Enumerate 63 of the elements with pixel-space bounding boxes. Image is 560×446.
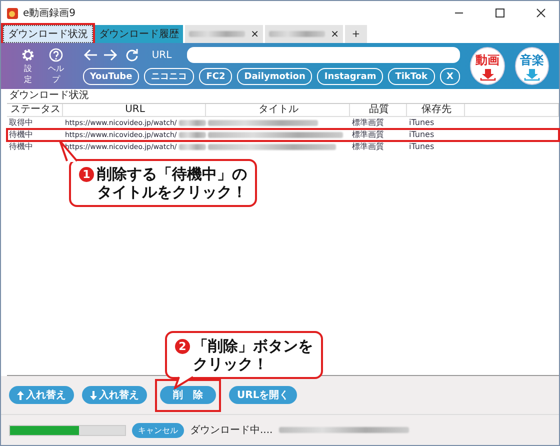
- redacted-text: [178, 144, 206, 150]
- site-button[interactable]: YouTube: [82, 68, 140, 85]
- up-arrow-icon: [17, 390, 24, 400]
- site-button[interactable]: FC2: [199, 68, 232, 85]
- help-button[interactable]: ヘルプ: [45, 48, 67, 84]
- help-icon: [49, 48, 64, 62]
- gear-icon: [21, 48, 36, 62]
- maximize-icon[interactable]: [494, 8, 506, 18]
- tab[interactable]: ×: [265, 25, 343, 43]
- tab[interactable]: ダウンロード履歴: [95, 25, 183, 43]
- redacted-text: [269, 31, 325, 37]
- redacted-text: [178, 120, 206, 126]
- instruction-text: 「削除」ボタンを クリック！: [193, 337, 313, 373]
- down-arrow-icon: [90, 390, 97, 400]
- download-icon: [524, 68, 540, 80]
- site-button[interactable]: ニコニコ: [144, 68, 194, 85]
- window-title: e動画録画9: [23, 7, 76, 20]
- column-header: タイトル: [206, 104, 350, 116]
- reload-icon[interactable]: [124, 48, 139, 62]
- url-field[interactable]: [186, 47, 460, 63]
- new-tab-button[interactable]: +: [345, 25, 367, 43]
- settings-button[interactable]: 設定: [21, 48, 36, 84]
- cancel-button[interactable]: キャンセル: [132, 422, 184, 438]
- site-button[interactable]: X: [440, 68, 460, 85]
- column-header: 品質: [350, 104, 407, 116]
- music-download-button[interactable]: 音楽: [514, 47, 550, 85]
- action-button[interactable]: 入れ替え: [82, 386, 147, 404]
- back-icon[interactable]: [82, 48, 97, 62]
- action-button[interactable]: 入れ替え: [9, 386, 74, 404]
- site-button[interactable]: TikTok: [388, 68, 435, 85]
- quality-cell-text: 標準画質: [351, 117, 385, 129]
- instruction-text: 削除する「待機中」の タイトルをクリック！: [97, 165, 247, 201]
- url-label: URL: [152, 50, 172, 60]
- quality-cell-text: 標準画質: [351, 129, 385, 141]
- tab[interactable]: ×: [185, 25, 263, 43]
- action-button[interactable]: URLを開く: [229, 386, 298, 404]
- app-icon: [7, 8, 18, 18]
- forward-icon[interactable]: [104, 48, 118, 62]
- column-header: URL: [63, 104, 206, 116]
- action-button[interactable]: 削 除: [160, 386, 216, 404]
- close-tab-button[interactable]: ×: [330, 28, 339, 40]
- status-cell-text: 待機中: [8, 141, 34, 153]
- video-download-button[interactable]: 動画: [470, 47, 505, 85]
- close-icon[interactable]: [535, 8, 547, 18]
- column-header: ステータス: [7, 104, 63, 116]
- status-cell-text: 取得中: [8, 117, 34, 129]
- destination-cell-text: iTunes: [408, 117, 436, 129]
- status-cell-text: 待機中: [8, 129, 34, 141]
- download-icon: [480, 68, 496, 80]
- status-message: ダウンロード中....: [190, 424, 273, 437]
- quality-cell-text: 標準画質: [351, 141, 385, 153]
- destination-cell-text: iTunes: [408, 129, 436, 141]
- step-number: 1: [79, 167, 94, 182]
- redacted-text: [178, 132, 206, 138]
- tab[interactable]: ダウンロード状況: [3, 25, 93, 43]
- redacted-text: [189, 31, 245, 37]
- site-button[interactable]: Dailymotion: [237, 68, 312, 85]
- close-tab-button[interactable]: ×: [250, 28, 259, 40]
- site-button[interactable]: Instagram: [317, 68, 384, 85]
- column-header: 保存先: [407, 104, 465, 116]
- destination-cell-text: iTunes: [408, 141, 436, 153]
- step-number: 2: [175, 339, 190, 354]
- section-title: ダウンロード状況: [8, 89, 90, 103]
